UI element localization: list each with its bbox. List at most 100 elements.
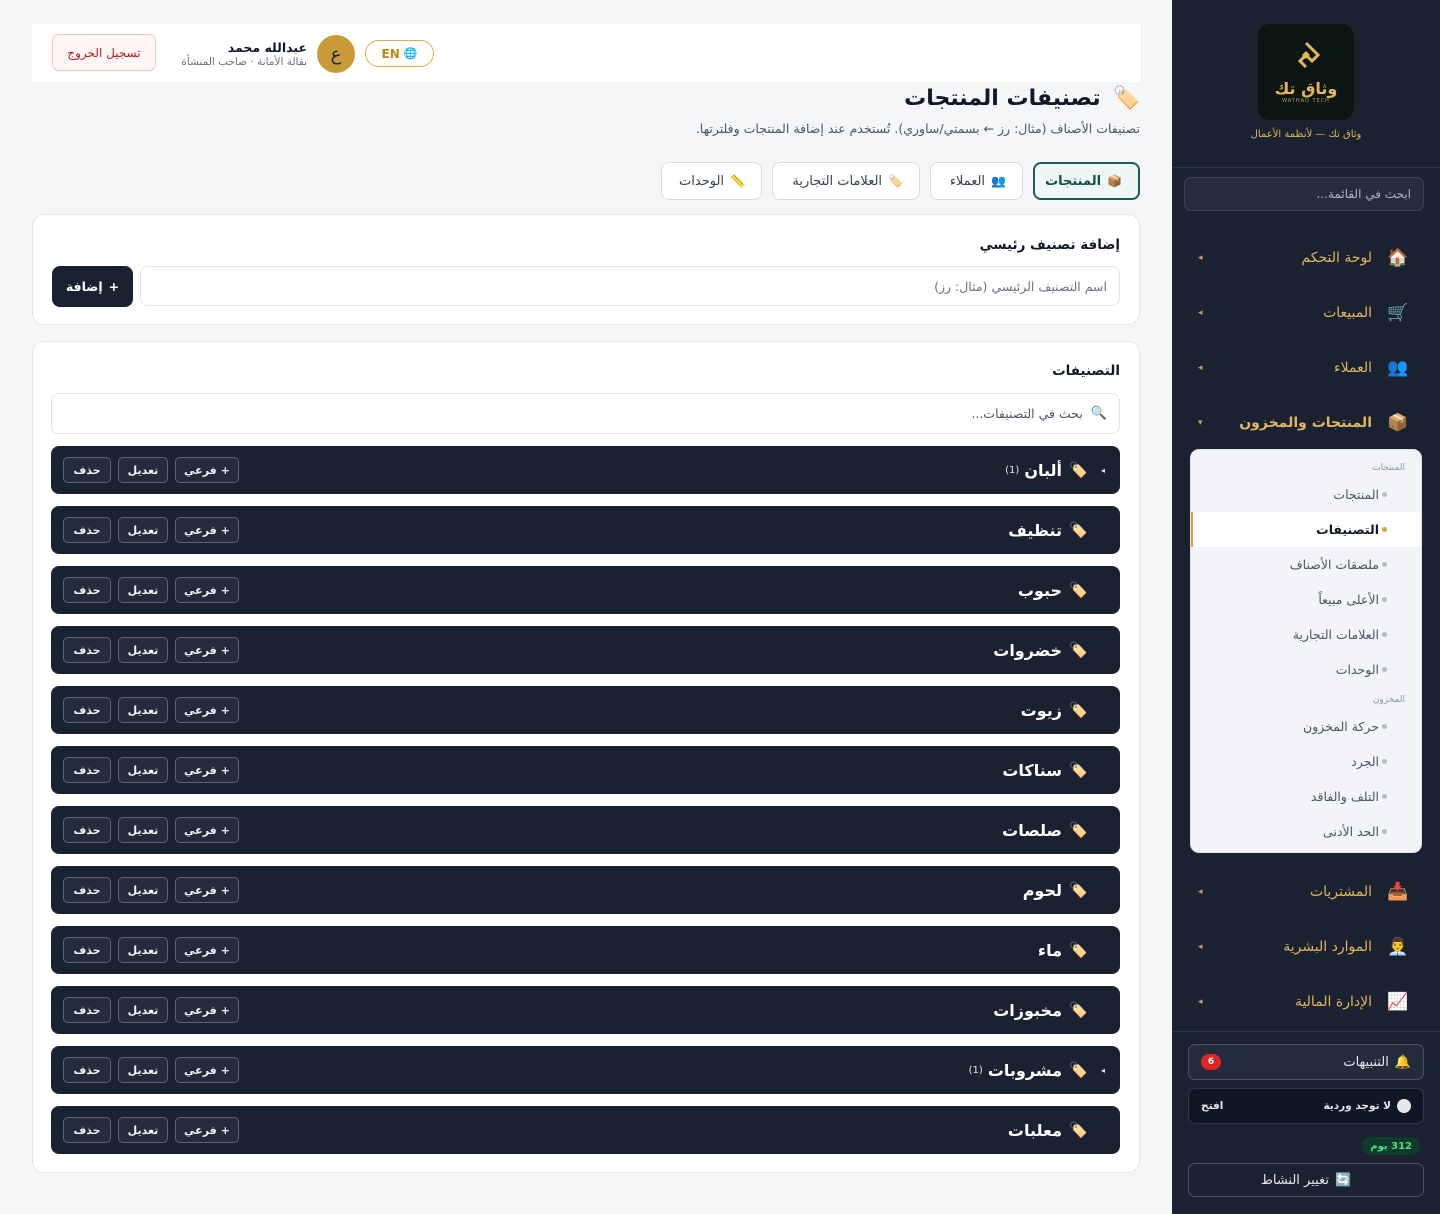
search-icon: 🔍 (1090, 406, 1107, 421)
submenu-item-minimum-level[interactable]: الحد الأدنى (1191, 814, 1421, 849)
submenu-item-products[interactable]: المنتجات (1191, 477, 1421, 512)
delete-category-button[interactable]: حذف (63, 757, 111, 783)
add-subcategory-button[interactable]: + فرعي (175, 757, 239, 783)
user-name: عبدالله محمد (227, 40, 307, 55)
edit-category-button[interactable]: تعديل (118, 697, 168, 723)
edit-category-button[interactable]: تعديل (118, 517, 168, 543)
edit-category-button[interactable]: تعديل (118, 457, 168, 483)
category-row[interactable]: 🏷️ حبوب + فرعي تعديل حذف (51, 566, 1120, 614)
tab-customers[interactable]: 👥 العملاء (930, 162, 1023, 200)
edit-category-button[interactable]: تعديل (118, 817, 168, 843)
tab-units[interactable]: 📏 الوحدات (661, 162, 762, 200)
delete-category-button[interactable]: حذف (63, 817, 111, 843)
delete-category-button[interactable]: حذف (63, 577, 111, 603)
delete-category-button[interactable]: حذف (63, 937, 111, 963)
edit-category-button[interactable]: تعديل (118, 937, 168, 963)
add-category-button[interactable]: + إضافة (52, 266, 133, 307)
add-subcategory-button[interactable]: + فرعي (175, 517, 239, 543)
categories-search: 🔍 (51, 393, 1120, 434)
add-subcategory-button[interactable]: + فرعي (175, 997, 239, 1023)
switch-activity-button[interactable]: 🔄 تغيير النشاط (1188, 1163, 1424, 1197)
nav-item-hr[interactable]: 👨‍💼 الموارد البشرية ◂ (1184, 927, 1424, 967)
category-name-input[interactable] (140, 266, 1120, 306)
add-subcategory-button[interactable]: + فرعي (175, 937, 239, 963)
sub-label: فرعي (184, 1003, 217, 1017)
delete-category-button[interactable]: حذف (63, 1057, 111, 1083)
nav-item-purchases[interactable]: 📥 المشتريات ◂ (1184, 872, 1424, 912)
submenu-item-categories[interactable]: التصنيفات (1191, 512, 1421, 547)
add-subcategory-button[interactable]: + فرعي (175, 457, 239, 483)
add-subcategory-button[interactable]: + فرعي (175, 1117, 239, 1143)
category-row[interactable]: ◂ 🏷️ ألبان (1) + فرعي تعديل حذف (51, 446, 1120, 494)
category-row[interactable]: 🏷️ لحوم + فرعي تعديل حذف (51, 866, 1120, 914)
category-row[interactable]: 🏷️ مخبوزات + فرعي تعديل حذف (51, 986, 1120, 1034)
add-subcategory-button[interactable]: + فرعي (175, 637, 239, 663)
edit-category-button[interactable]: تعديل (118, 637, 168, 663)
tab-brands[interactable]: 🏷️ العلامات التجارية (772, 162, 920, 200)
sub-label: فرعي (184, 763, 217, 777)
house-icon: 🏠 (1387, 248, 1409, 268)
nav-item-customers[interactable]: 👥 العملاء ◂ (1184, 348, 1424, 388)
category-row[interactable]: 🏷️ تنظيف + فرعي تعديل حذف (51, 506, 1120, 554)
bullet-icon (1382, 632, 1387, 637)
submenu-item-best-sellers[interactable]: الأعلى مبيعاً (1191, 582, 1421, 617)
sidebar: وثاق تك WATHAQ TECH وثاق تك — لأنظمة الأ… (1172, 0, 1440, 1214)
logout-button[interactable]: تسجيل الخروج (52, 34, 156, 71)
edit-category-button[interactable]: تعديل (118, 1117, 168, 1143)
delete-category-button[interactable]: حذف (63, 457, 111, 483)
add-subcategory-button[interactable]: + فرعي (175, 697, 239, 723)
category-row[interactable]: 🏷️ سناكات + فرعي تعديل حذف (51, 746, 1120, 794)
add-subcategory-button[interactable]: + فرعي (175, 877, 239, 903)
delete-category-button[interactable]: حذف (63, 877, 111, 903)
nav-item-finance[interactable]: 📈 الإدارة المالية ◂ (1184, 982, 1424, 1022)
categories-search-input[interactable] (64, 406, 1083, 421)
edit-category-button[interactable]: تعديل (118, 997, 168, 1023)
submenu-item-item-labels[interactable]: ملصقات الأصناف (1191, 547, 1421, 582)
plus-icon: + (220, 1123, 230, 1137)
notifications-button[interactable]: 🔔 التنبيهات 6 (1188, 1044, 1424, 1080)
sub-label: فرعي (184, 463, 217, 477)
nav-item-sales[interactable]: 🛒 المبيعات ◂ (1184, 293, 1424, 333)
delete-category-button[interactable]: حذف (63, 637, 111, 663)
category-row[interactable]: 🏷️ خضروات + فرعي تعديل حذف (51, 626, 1120, 674)
language-toggle[interactable]: 🌐 EN (365, 40, 434, 67)
delete-category-button[interactable]: حذف (63, 997, 111, 1023)
edit-category-button[interactable]: تعديل (118, 577, 168, 603)
topbar: 🌐 EN ع عبدالله محمد بقالة الأمانة · صاحب… (32, 24, 1140, 82)
brand-logo[interactable]: وثاق تك WATHAQ TECH (1258, 24, 1354, 120)
sidebar-search-input[interactable] (1184, 177, 1424, 211)
submenu-item-brands[interactable]: العلامات التجارية (1191, 617, 1421, 652)
products-submenu: المنتجات المنتجات التصنيفات ملصقات الأصن… (1190, 449, 1422, 853)
category-row[interactable]: 🏷️ ماء + فرعي تعديل حذف (51, 926, 1120, 974)
category-name: معلبات (1007, 1120, 1062, 1140)
submenu-item-stock-movement[interactable]: حركة المخزون (1191, 709, 1421, 744)
edit-category-button[interactable]: تعديل (118, 757, 168, 783)
tab-products[interactable]: 📦 المنتجات (1033, 162, 1140, 200)
plus-icon: + (220, 583, 230, 597)
submenu-item-stocktake[interactable]: الجرد (1191, 744, 1421, 779)
category-row[interactable]: ◂ 🏷️ مشروبات (1) + فرعي تعديل حذف (51, 1046, 1120, 1094)
expand-caret-icon[interactable]: ◂ (1098, 466, 1108, 475)
nav-item-dashboard[interactable]: 🏠 لوحة التحكم ◂ (1184, 238, 1424, 278)
category-row[interactable]: 🏷️ زيوت + فرعي تعديل حذف (51, 686, 1120, 734)
category-row[interactable]: 🏷️ معلبات + فرعي تعديل حذف (51, 1106, 1120, 1154)
sub-label: فرعي (184, 703, 217, 717)
category-row[interactable]: 🏷️ صلصات + فرعي تعديل حذف (51, 806, 1120, 854)
submenu-item-damage-loss[interactable]: التلف والفاقد (1191, 779, 1421, 814)
logo-mark-icon (1297, 41, 1321, 68)
expand-caret-icon[interactable]: ◂ (1098, 1066, 1108, 1075)
delete-category-button[interactable]: حذف (63, 697, 111, 723)
avatar[interactable]: ع (317, 35, 355, 73)
submenu-item-units[interactable]: الوحدات (1191, 652, 1421, 687)
edit-category-button[interactable]: تعديل (118, 1057, 168, 1083)
add-subcategory-button[interactable]: + فرعي (175, 1057, 239, 1083)
categories-card: التصنيفات 🔍 ◂🏷️ألبان(1)+فرعيتعديلحذف🏷️تن… (32, 341, 1140, 1173)
add-subcategory-button[interactable]: + فرعي (175, 577, 239, 603)
open-shift-link[interactable]: افتح (1201, 1100, 1223, 1112)
edit-category-button[interactable]: تعديل (118, 877, 168, 903)
nav-item-products-inventory[interactable]: 📦 المنتجات والمخزون ▾ (1184, 403, 1424, 443)
delete-category-button[interactable]: حذف (63, 517, 111, 543)
add-subcategory-button[interactable]: + فرعي (175, 817, 239, 843)
delete-category-button[interactable]: حذف (63, 1117, 111, 1143)
bullet-icon (1382, 527, 1387, 532)
